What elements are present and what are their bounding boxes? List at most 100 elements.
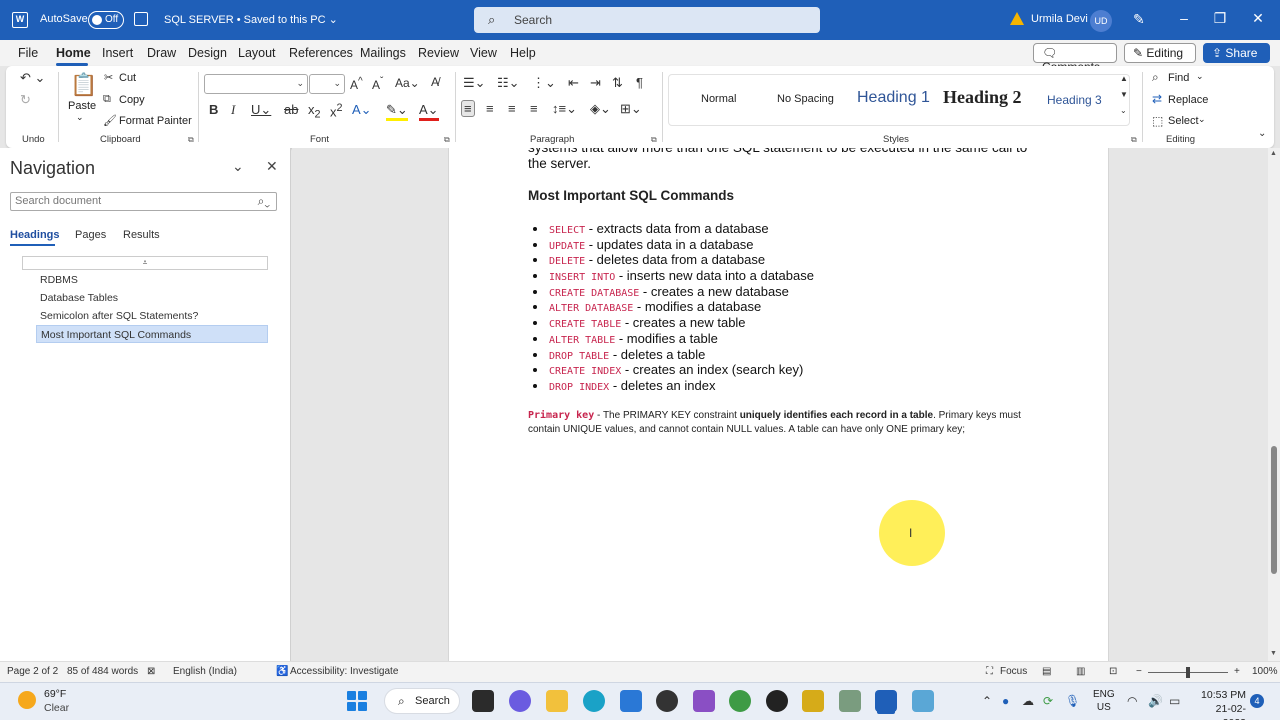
tab-help[interactable]: Help: [510, 46, 536, 60]
clipboard-launcher-icon[interactable]: ⧉: [188, 135, 194, 145]
font-size-dropdown[interactable]: ⌄: [309, 74, 345, 94]
tray-refresh-icon[interactable]: ⟳: [1043, 694, 1053, 708]
scroll-down-icon[interactable]: ▼: [1270, 650, 1277, 657]
style-heading-2[interactable]: Heading 2: [943, 87, 1025, 108]
justify-icon[interactable]: ≡: [530, 101, 538, 116]
command-list-item[interactable]: ALTER TABLE - modifies a table: [533, 331, 814, 347]
brush-icon[interactable]: 🖌: [103, 114, 117, 127]
tab-review[interactable]: Review: [418, 46, 459, 60]
collapse-headings-icon[interactable]: ⩡: [22, 256, 268, 270]
search-icon[interactable]: ⌕⌄: [258, 194, 270, 209]
scrollbar-thumb[interactable]: [1271, 446, 1277, 574]
bold-icon[interactable]: B: [209, 102, 218, 117]
chevron-down-icon[interactable]: ⌄: [232, 158, 244, 175]
navigation-search-input[interactable]: Search document ⌕⌄: [10, 192, 277, 211]
close-window-button[interactable]: ✕: [1246, 10, 1270, 27]
multilevel-list-icon[interactable]: ⋮⌄: [532, 75, 556, 91]
chrome-icon[interactable]: [729, 690, 751, 712]
numbering-icon[interactable]: ☷⌄: [497, 75, 520, 91]
focus-mode-button[interactable]: Focus: [1000, 666, 1027, 677]
command-list-item[interactable]: ALTER DATABASE - modifies a database: [533, 299, 814, 315]
accessibility-status[interactable]: Accessibility: Investigate: [290, 666, 398, 677]
clock[interactable]: 10:53 PM 21-02-2023: [1194, 688, 1246, 720]
chevron-up-icon[interactable]: ⌃: [982, 694, 992, 708]
pen-icon[interactable]: ✎: [1133, 11, 1145, 28]
command-list-item[interactable]: DROP TABLE - deletes a table: [533, 347, 814, 363]
notification-badge[interactable]: 4: [1250, 694, 1264, 708]
store-icon[interactable]: [620, 690, 642, 712]
copy-icon[interactable]: ⧉: [103, 93, 111, 106]
style-heading-3[interactable]: Heading 3: [1047, 93, 1102, 107]
command-list-item[interactable]: CREATE INDEX - creates an index (search …: [533, 362, 814, 378]
tab-layout[interactable]: Layout: [238, 46, 276, 60]
weather-condition[interactable]: Clear: [44, 702, 69, 714]
increase-indent-icon[interactable]: ⇥: [590, 75, 601, 91]
styles-launcher-icon[interactable]: ⧉: [1131, 135, 1137, 145]
word-taskbar-icon[interactable]: [875, 690, 897, 712]
underline-icon[interactable]: U⌄: [251, 102, 271, 118]
language-indicator[interactable]: English (India): [173, 666, 237, 677]
user-name[interactable]: Urmila Devi: [1031, 13, 1088, 25]
scissors-icon[interactable]: ✂: [104, 71, 113, 84]
nav-tab-results[interactable]: Results: [123, 229, 160, 241]
file-explorer-icon[interactable]: [546, 690, 568, 712]
share-button[interactable]: ⇪ Share ⌄: [1203, 43, 1270, 74]
style-normal[interactable]: Normal: [701, 93, 736, 105]
nav-tab-pages[interactable]: Pages: [75, 229, 106, 241]
web-layout-icon[interactable]: ⊡: [1109, 666, 1117, 677]
nav-heading-item-selected[interactable]: Most Important SQL Commands: [36, 325, 268, 343]
windows-start-icon[interactable]: [347, 691, 367, 711]
undo-icon[interactable]: ↶ ⌄: [20, 70, 45, 86]
command-list-item[interactable]: CREATE DATABASE - creates a new database: [533, 284, 814, 300]
command-list-item[interactable]: DELETE - deletes data from a database: [533, 252, 814, 268]
nav-heading-item[interactable]: Database Tables: [36, 289, 268, 307]
read-mode-icon[interactable]: ▤: [1042, 666, 1051, 677]
styles-more-icon[interactable]: ⌄: [1120, 106, 1127, 115]
task-view-icon[interactable]: [472, 690, 494, 712]
redo-icon[interactable]: ↻: [20, 92, 31, 108]
volume-icon[interactable]: 🔊: [1148, 694, 1163, 708]
tab-mailings[interactable]: Mailings: [360, 46, 406, 60]
network-tool-icon[interactable]: [839, 690, 861, 712]
visual-studio-icon[interactable]: [693, 690, 715, 712]
collapse-ribbon-chevron-icon[interactable]: ⌄: [1258, 128, 1266, 139]
select-icon[interactable]: ⬚: [1152, 114, 1163, 128]
grow-font-icon[interactable]: A^: [350, 76, 363, 92]
zoom-in-icon[interactable]: +: [1234, 666, 1240, 677]
subscript-icon[interactable]: x2: [308, 102, 321, 121]
align-left-icon[interactable]: ≡: [461, 100, 475, 117]
nav-tab-headings[interactable]: Headings: [10, 229, 60, 241]
teams-chat-icon[interactable]: [509, 690, 531, 712]
warning-icon[interactable]: [1010, 12, 1024, 25]
taskbar-search[interactable]: ⌕ Search: [384, 688, 460, 714]
tab-insert[interactable]: Insert: [102, 46, 133, 60]
print-layout-icon[interactable]: ▥: [1076, 666, 1085, 677]
format-painter-button[interactable]: Format Painter: [119, 115, 192, 127]
command-list-item[interactable]: INSERT INTO - inserts new data into a da…: [533, 268, 814, 284]
highlight-icon[interactable]: ✎⌄: [386, 102, 408, 121]
primary-key-paragraph[interactable]: Primary key - The PRIMARY KEY constraint…: [528, 409, 1038, 436]
styles-scroll-up-icon[interactable]: ▲: [1120, 74, 1128, 83]
pilcrow-icon[interactable]: ¶: [636, 75, 643, 90]
italic-icon[interactable]: I: [231, 102, 235, 118]
title-search-box[interactable]: ⌕ Search: [474, 7, 820, 33]
edge-browser-icon[interactable]: [583, 690, 605, 712]
close-icon[interactable]: ✕: [266, 158, 278, 175]
zoom-out-icon[interactable]: −: [1136, 666, 1142, 677]
clear-formatting-icon[interactable]: A̸: [431, 75, 439, 89]
find-button[interactable]: Find: [1168, 72, 1189, 84]
dell-icon[interactable]: [656, 690, 678, 712]
tab-design[interactable]: Design: [188, 46, 227, 60]
tray-app-icon[interactable]: ●: [1002, 694, 1009, 708]
shrink-font-icon[interactable]: Aˇ: [372, 76, 383, 92]
wifi-icon[interactable]: ◠: [1127, 694, 1137, 708]
tab-file[interactable]: File: [18, 46, 38, 60]
shading-icon[interactable]: ◈⌄: [590, 101, 611, 117]
word-count[interactable]: 85 of 484 words: [67, 666, 138, 677]
zoom-slider-handle[interactable]: [1186, 667, 1190, 678]
tab-view[interactable]: View: [470, 46, 497, 60]
microphone-icon[interactable]: 🎙: [1065, 694, 1080, 708]
tab-draw[interactable]: Draw: [147, 46, 176, 60]
document-canvas[interactable]: systems that allow more than one SQL sta…: [292, 148, 1268, 661]
tab-references[interactable]: References: [289, 46, 353, 60]
